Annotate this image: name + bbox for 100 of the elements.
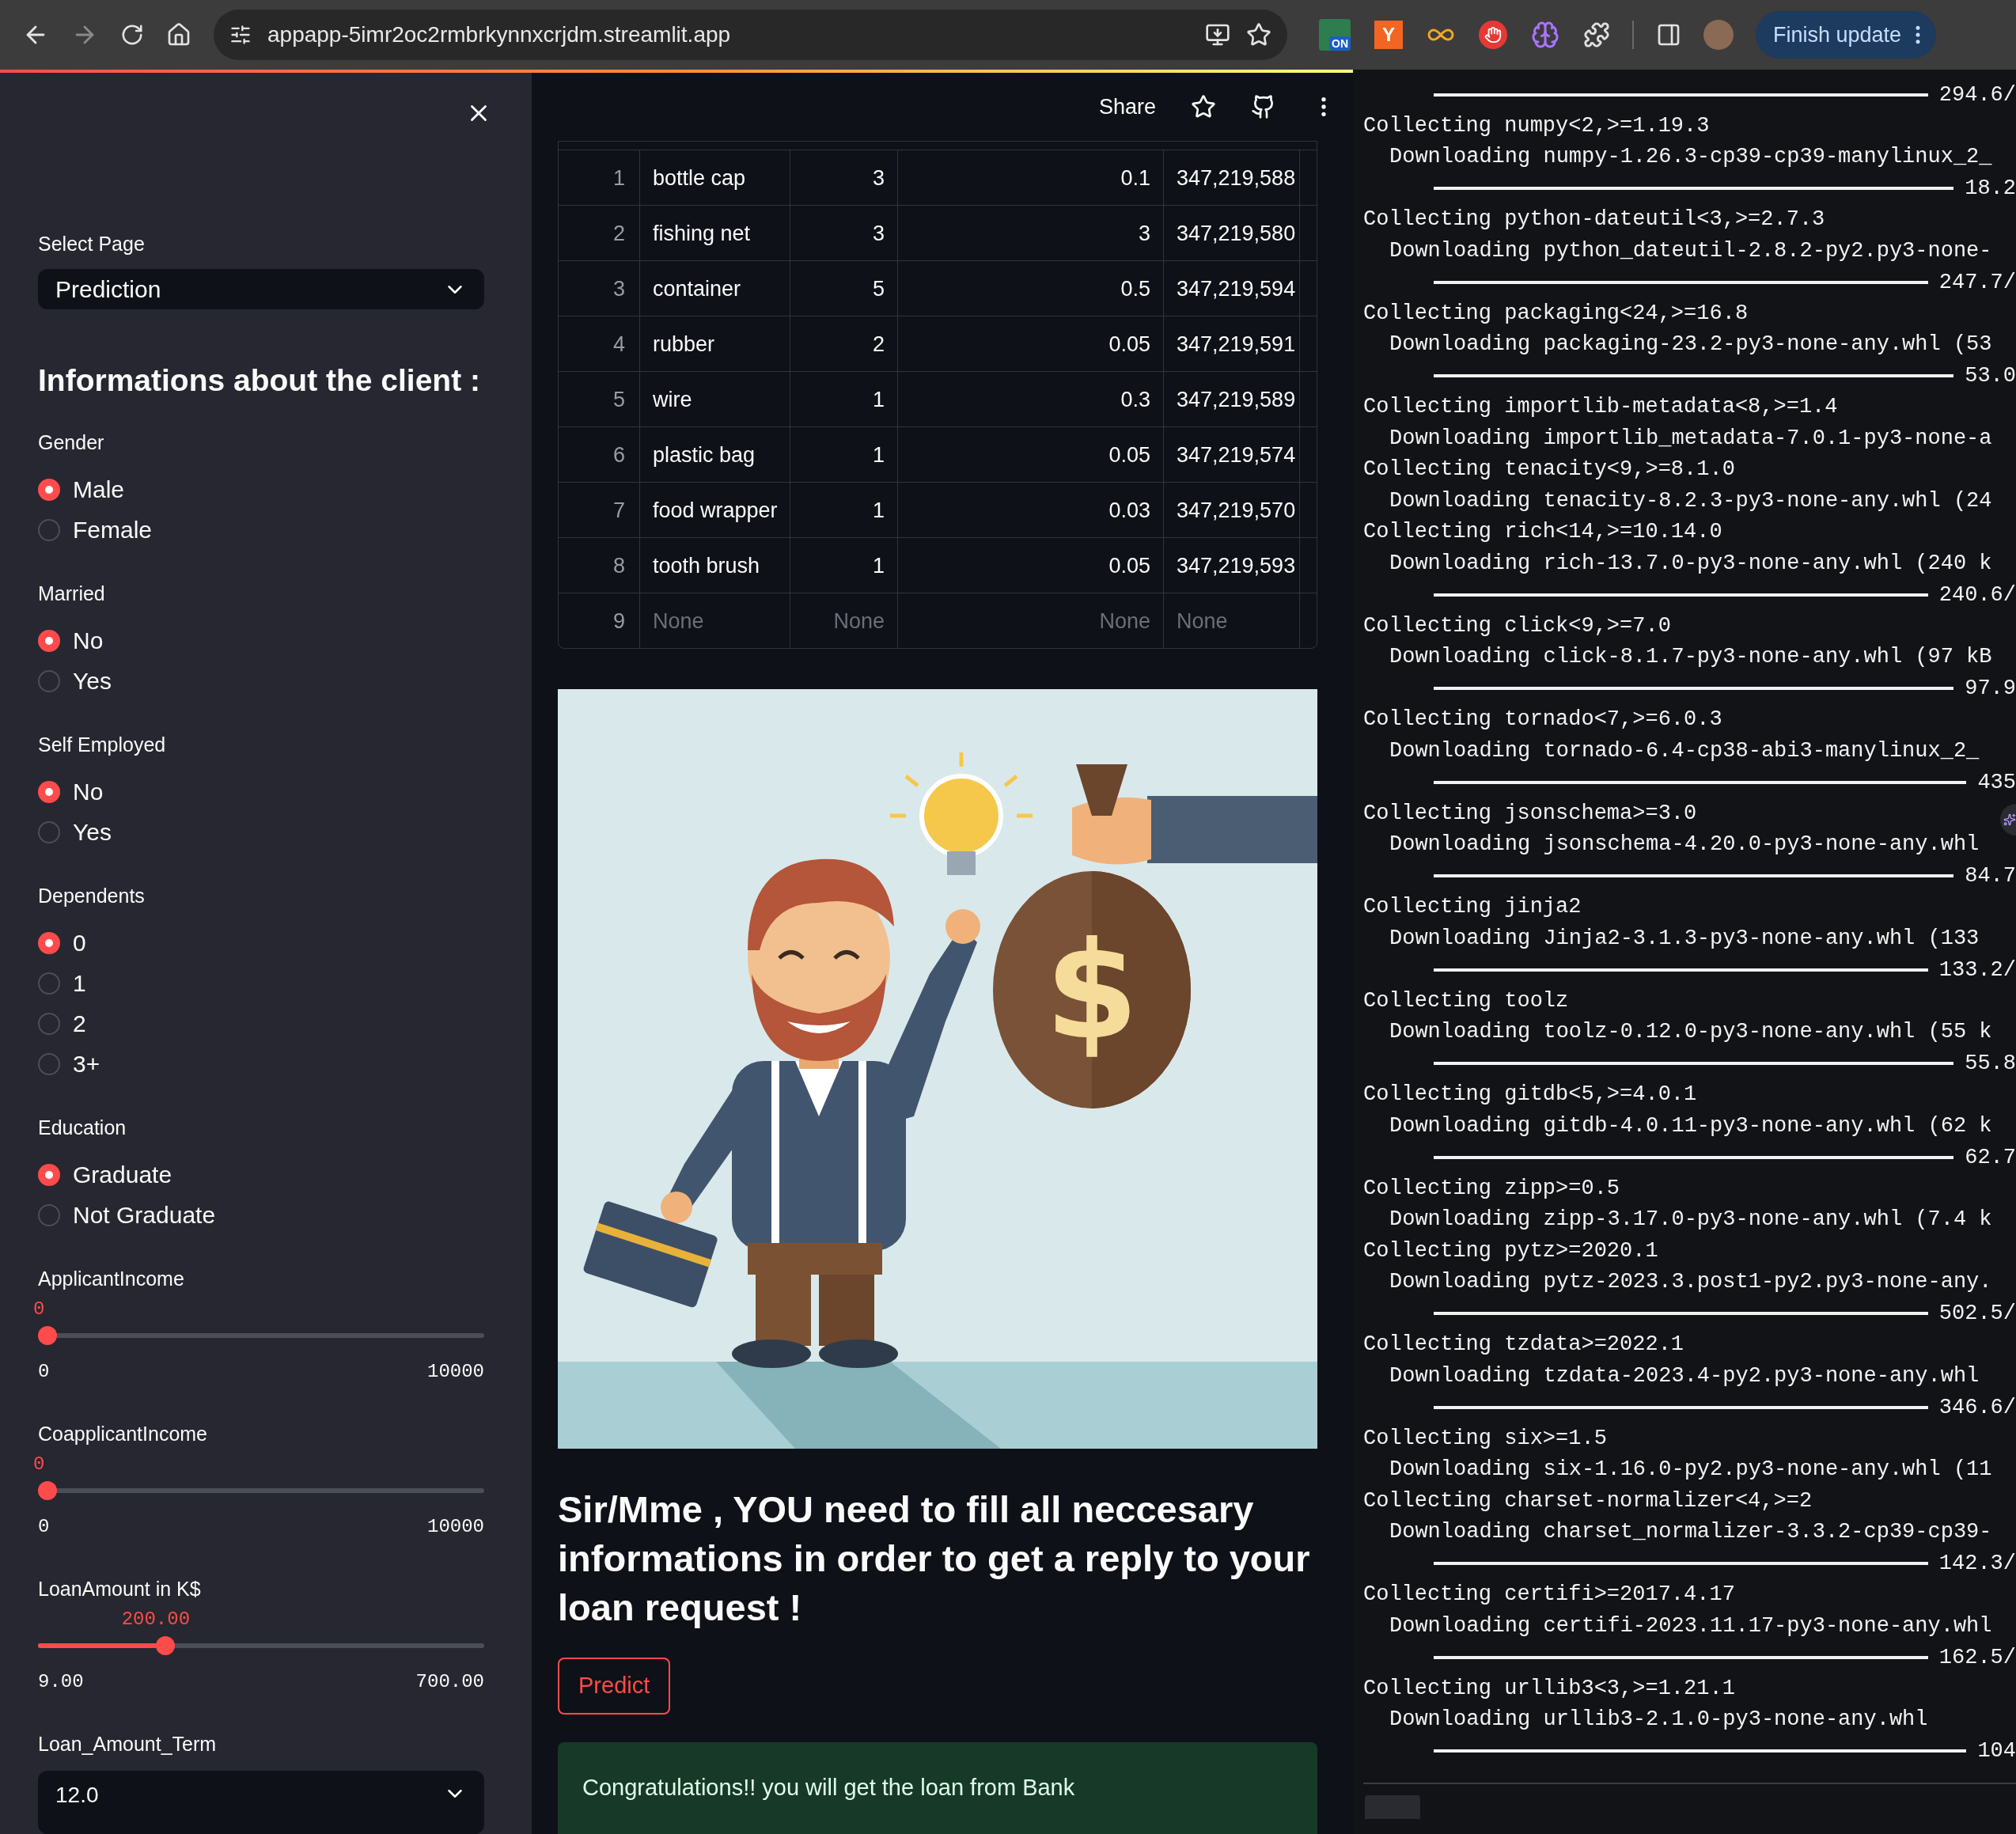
- slider-max: 10000: [427, 1360, 484, 1384]
- log-line: Collecting zipp>=0.5: [1363, 1175, 1620, 1202]
- radio-group-label: Self Employed: [38, 733, 167, 757]
- radio-button[interactable]: [38, 931, 60, 954]
- slider-track[interactable]: [38, 1481, 484, 1500]
- alert-text: Congratulations!! you will get the loan from Bank: [582, 1775, 1075, 1800]
- table-cell: container: [639, 261, 790, 316]
- log-line: Downloading jsonschema-4.20.0-py3-none-any.whl: [1389, 832, 1980, 858]
- radio-button[interactable]: [38, 669, 60, 692]
- extension-badge: ON: [1329, 36, 1351, 51]
- progress-reading: 133.2/: [1938, 957, 2016, 983]
- page-select[interactable]: Prediction: [38, 269, 484, 309]
- row-index: 5: [612, 387, 626, 413]
- radio-label: No: [73, 627, 104, 655]
- radio-button[interactable]: [38, 518, 60, 541]
- log-line: Downloading urllib3-2.1.0-py3-none-any.whl: [1389, 1707, 1928, 1733]
- table-cell: tooth brush: [639, 538, 790, 593]
- radio-group-label: Gender: [38, 430, 105, 455]
- row-index: 1: [612, 165, 626, 191]
- row-index: 2: [612, 221, 626, 247]
- log-line: Collecting six>=1.5: [1363, 1425, 1607, 1452]
- log-line: Downloading tzdata-2023.4-py2.py3-none-any.whl: [1389, 1362, 1980, 1389]
- slider-value: 0: [33, 1453, 45, 1476]
- radio-label: Female: [73, 516, 153, 544]
- radio-label: Yes: [73, 818, 112, 847]
- log-line: Collecting pytz>=2020.1: [1363, 1237, 1658, 1264]
- log-line: Downloading packaging-23.2-py3-none-any.whl (53: [1389, 332, 1992, 358]
- progress-reading: 104: [1977, 1738, 2016, 1764]
- log-line: Collecting certifi>=2017.4.17: [1363, 1582, 1735, 1608]
- share-button[interactable]: Share: [1098, 90, 1156, 123]
- slider-max: 700.00: [415, 1670, 484, 1694]
- log-line: Collecting numpy<2,>=1.19.3: [1363, 112, 1710, 139]
- slider-max: 10000: [427, 1515, 484, 1539]
- slider-track[interactable]: [38, 1326, 484, 1345]
- slider-min: 9.00: [38, 1670, 84, 1694]
- radio-button[interactable]: [38, 1012, 60, 1035]
- table-cell: 347,219,594: [1163, 261, 1299, 316]
- table-cell: 0.03: [897, 483, 1163, 537]
- extensions-icon[interactable]: [1583, 21, 1610, 48]
- slider-thumb[interactable]: [38, 1481, 57, 1500]
- table-cell: 347,219,574: [1163, 427, 1299, 482]
- site-settings-icon[interactable]: [229, 24, 252, 46]
- slider-thumb[interactable]: [156, 1636, 176, 1655]
- radio-label: 1: [73, 969, 86, 998]
- hand-icon[interactable]: [1479, 21, 1507, 49]
- extension-icon[interactable]: ON: [1319, 19, 1351, 51]
- brain-icon[interactable]: [1531, 21, 1559, 49]
- table-cell: 347,219,570: [1163, 483, 1299, 537]
- radio-label: Graduate: [73, 1161, 172, 1189]
- address-bar[interactable]: appapp-5imr2oc2rmbrkynnxcrjdm.streamlit.app: [214, 9, 1287, 60]
- sparkle-icon[interactable]: [2003, 813, 2016, 826]
- log-line: Downloading pytz-2023.3.post1-py2.py3-none-any.: [1389, 1269, 1992, 1295]
- table-cell: 2: [790, 316, 897, 371]
- row-index: 3: [612, 276, 626, 302]
- row-index: 4: [612, 332, 626, 358]
- star-icon[interactable]: [1191, 94, 1216, 119]
- log-line: Downloading click-8.1.7-py3-none-any.whl (97 kB: [1389, 644, 1992, 670]
- log-line: Downloading charset_normalizer-3.3.2-cp39-cp39-: [1389, 1519, 1992, 1545]
- table-cell: wire: [639, 372, 790, 426]
- radio-label: No: [73, 778, 104, 806]
- predict-button[interactable]: Predict: [558, 1658, 671, 1715]
- radio-button[interactable]: [38, 1203, 60, 1226]
- log-line: Downloading tornado-6.4-cp38-abi3-manylinux_2_: [1389, 737, 1980, 764]
- table-cell: None: [639, 593, 790, 648]
- radio-button[interactable]: [38, 1163, 60, 1186]
- side-panel-icon[interactable]: [1656, 22, 1681, 47]
- row-index: 6: [612, 442, 626, 468]
- progress-reading: 62.7: [1965, 1144, 2016, 1171]
- radio-button[interactable]: [38, 478, 60, 501]
- log-line: Downloading Jinja2-3.1.3-py3-none-any.whl (133: [1389, 925, 1980, 952]
- slider-thumb[interactable]: [38, 1326, 57, 1345]
- install-icon[interactable]: [1205, 22, 1230, 47]
- progress-reading: 162.5/: [1938, 1644, 2016, 1671]
- table-cell: 0.05: [897, 316, 1163, 371]
- slider-value: 0: [33, 1298, 45, 1321]
- log-line: Downloading toolz-0.12.0-py3-none-any.whl (55 k: [1389, 1019, 1992, 1045]
- progress-reading: 346.6/: [1938, 1394, 2016, 1421]
- radio-label: 3+: [73, 1050, 100, 1078]
- table-cell: 0.05: [897, 538, 1163, 593]
- reload-icon[interactable]: [120, 23, 144, 47]
- radio-label: Male: [73, 476, 125, 504]
- radio-button[interactable]: [38, 1052, 60, 1075]
- radio-label: Yes: [73, 667, 112, 695]
- radio-button[interactable]: [38, 820, 60, 843]
- term-select[interactable]: 12.0: [38, 1771, 484, 1834]
- bookmark-star-icon[interactable]: [1246, 22, 1271, 47]
- log-line: Collecting jsonschema>=3.0: [1363, 800, 1697, 827]
- log-line: Downloading python_dateutil-2.8.2-py2.py3-none-: [1389, 237, 1992, 264]
- log-line: Collecting tenacity<9,>=8.1.0: [1363, 457, 1735, 483]
- table-cell: None: [897, 593, 1163, 648]
- radio-button[interactable]: [38, 780, 60, 803]
- progress-reading: 142.3/: [1938, 1551, 2016, 1577]
- update-button[interactable]: Finish update: [1756, 11, 1937, 59]
- slider-label: ApplicantIncome: [38, 1267, 185, 1291]
- radio-button[interactable]: [38, 629, 60, 652]
- table-cell: fishing net: [639, 206, 790, 260]
- slider-track[interactable]: [38, 1636, 484, 1655]
- home-icon[interactable]: [166, 22, 191, 47]
- radio-button[interactable]: [38, 972, 60, 995]
- sidebar-heading: Informations about the client :: [38, 362, 481, 399]
